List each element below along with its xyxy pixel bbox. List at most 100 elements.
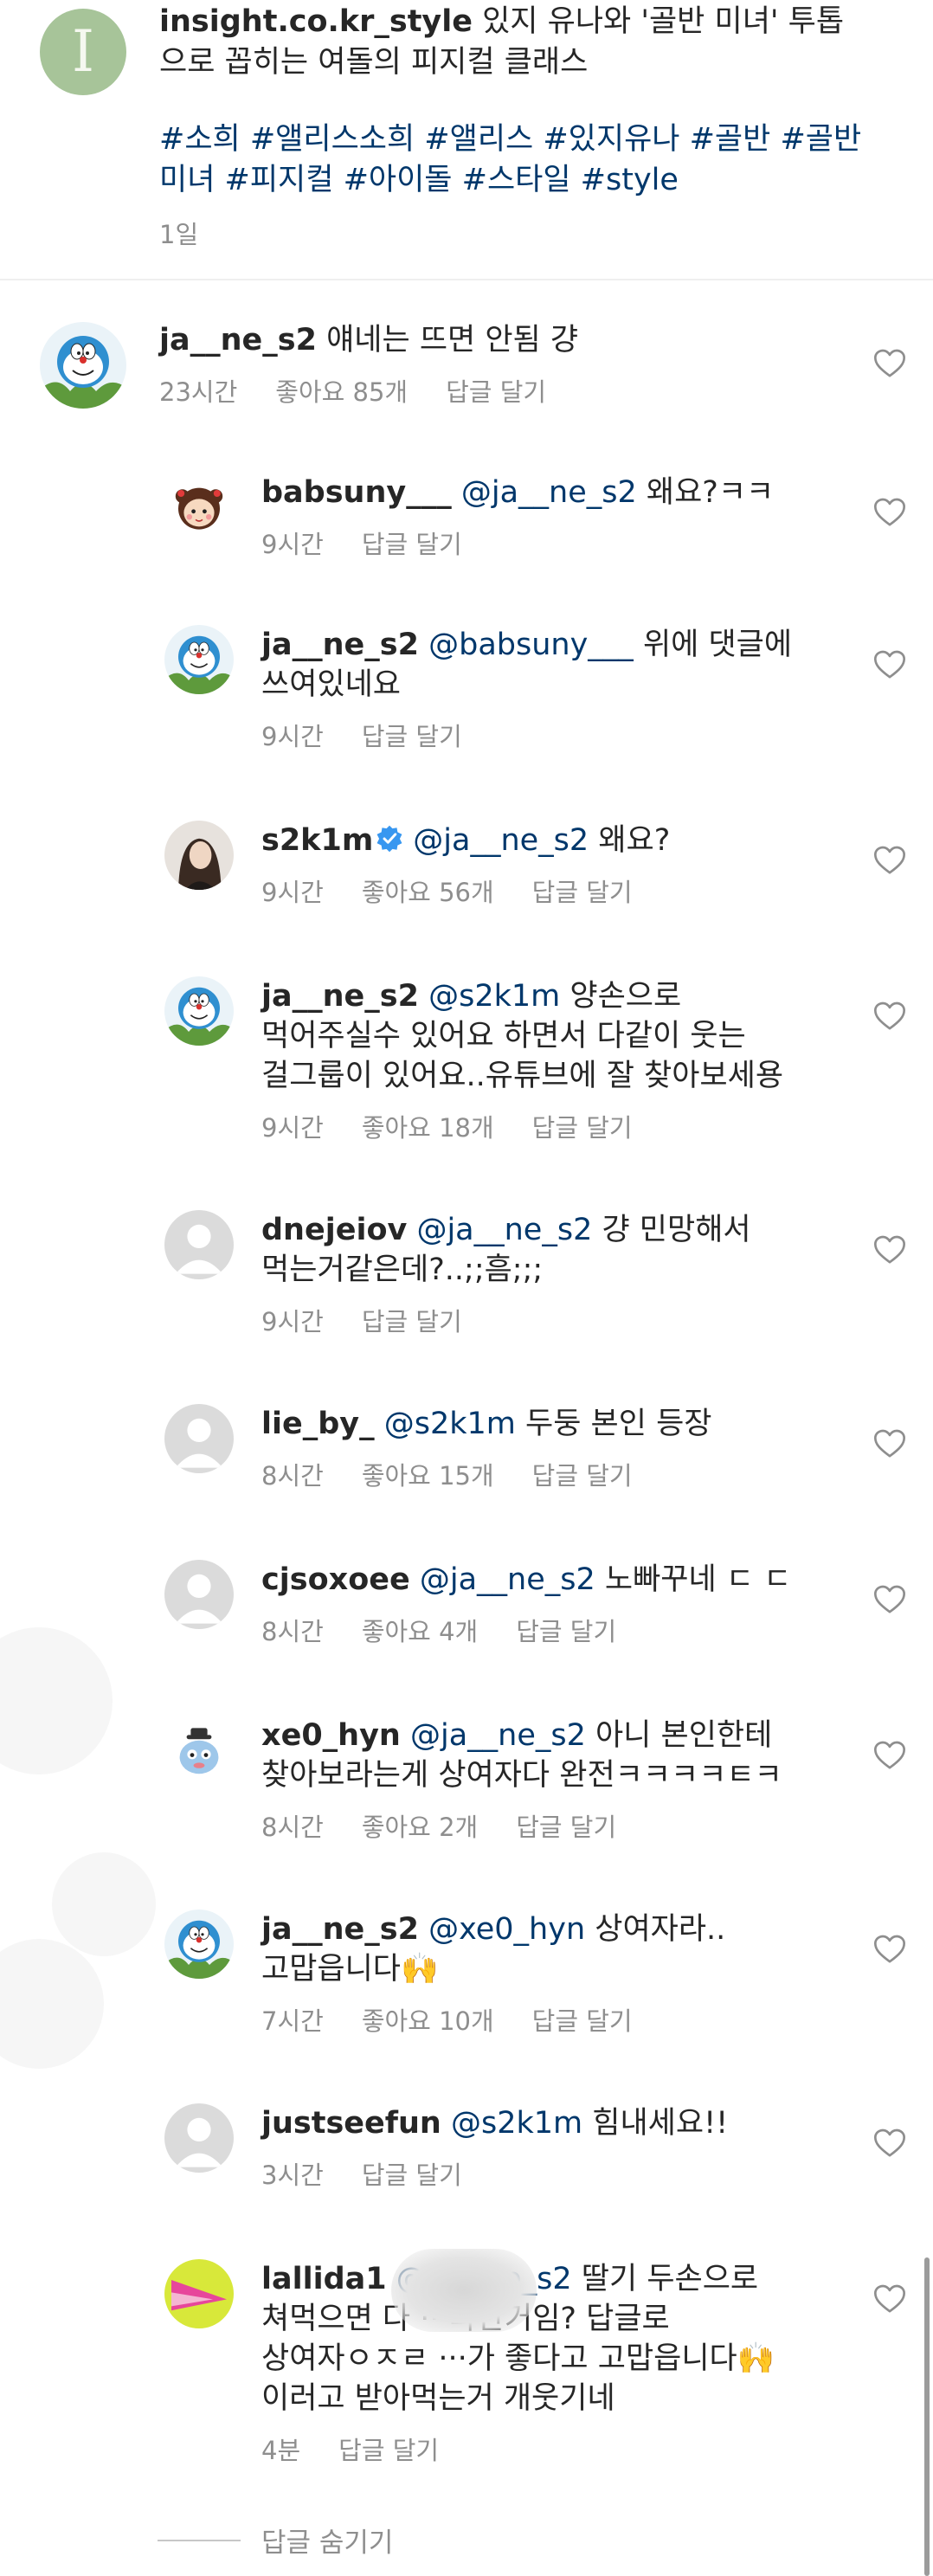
like-heart-icon[interactable] [872,346,907,381]
comment-time: 9시간 [261,878,324,907]
default-avatar-icon[interactable] [164,1560,234,1629]
doraemon-icon[interactable] [164,976,234,1046]
default-avatar-icon[interactable] [164,2103,234,2173]
like-heart-icon[interactable] [872,647,907,682]
mention-link[interactable]: @ja__ne_s2 [413,823,589,858]
reply-button[interactable]: 답글 달기 [338,2431,439,2467]
comment-time: 8시간 [261,1813,324,1842]
mention-link[interactable]: @ja__ne_s2 [420,1562,595,1597]
caption-text: insight.co.kr_style 있지 유나와 '골반 미녀' 투톱으로 … [159,2,869,83]
hide-replies-button[interactable]: 답글 숨기기 [158,2521,393,2560]
doraemon-icon[interactable] [164,1909,234,1979]
mention-link[interactable]: @s2k1m [428,979,560,1014]
comment-time: 9시간 [261,530,324,559]
like-count[interactable]: 좋아요 15개 [362,1456,494,1492]
profile-photo-icon[interactable] [164,821,234,890]
caption-avatar[interactable]: I [40,9,126,95]
mention-link[interactable]: @babsuny___ [428,628,634,662]
comment-time: 8시간 [261,1461,324,1491]
mention-link[interactable]: @ja__ne_s2 [461,475,637,510]
comment-meta: 9시간 답글 달기 [261,717,815,753]
comment-body: lallida1 @ja__ne_s2 딸기 두손으로 쳐먹으면 다 ···라한… [261,2259,815,2467]
cartoon-girl-icon[interactable] [164,473,234,542]
like-count[interactable]: 좋아요 56개 [362,873,494,909]
comment-username[interactable]: s2k1m [261,823,373,858]
reply-button[interactable]: 답글 달기 [362,525,462,561]
mention-link[interactable]: @ja__ne_s2 [416,1213,592,1247]
reply-button[interactable]: 답글 달기 [532,2001,633,2038]
hide-replies-line [158,2539,241,2541]
like-count[interactable]: 좋아요 10개 [362,2001,494,2038]
comment-text: lallida1 @ja__ne_s2 딸기 두손으로 쳐먹으면 다 ···라한… [261,2259,815,2418]
reply-button[interactable]: 답글 달기 [532,1456,633,1492]
comment-username[interactable]: justseefun [261,2106,441,2141]
reply-button[interactable]: 답글 달기 [446,372,546,409]
doraemon-icon[interactable] [164,625,234,694]
like-count[interactable]: 좋아요 2개 [362,1807,478,1844]
blurred-area [391,2249,537,2332]
comment-text: dnejeiov @ja__ne_s2 걍 민망해서 먹는거같은데?..;;흠;… [261,1210,815,1290]
background-shape [52,1852,156,1956]
comment-username[interactable]: dnejeiov [261,1213,407,1247]
reply-button[interactable]: 답글 달기 [532,873,633,909]
caption-time: 1일 [159,220,199,249]
comment-meta: 3시간 답글 달기 [261,2155,815,2192]
doraemon-icon[interactable] [40,322,126,409]
comment-username[interactable]: ja__ne_s2 [261,979,419,1014]
like-heart-icon[interactable] [872,843,907,878]
comment-body: xe0_hyn @ja__ne_s2 아니 본인한테 찾아보라는게 상여자다 완… [261,1716,815,1844]
comment-username[interactable]: ja__ne_s2 [261,1912,419,1947]
reply-button[interactable]: 답글 달기 [362,1302,462,1338]
comment-meta: 7시간 좋아요 10개 답글 달기 [261,2001,815,2038]
default-avatar-icon[interactable] [164,1404,234,1473]
scrollbar[interactable] [924,2257,930,2576]
mention-link[interactable]: @ja__ne_s2 [410,1718,586,1753]
comment-username[interactable]: lie_by_ [261,1407,375,1441]
cartoon-character-icon[interactable] [164,1716,234,1785]
like-heart-icon[interactable] [872,2282,907,2316]
comment-time: 9시간 [261,1307,324,1336]
background-shape [0,1939,104,2069]
comment-username[interactable]: cjsoxoee [261,1562,410,1597]
colorful-logo-icon[interactable] [164,2259,234,2328]
reply-button[interactable]: 답글 달기 [362,2155,462,2192]
mention-link[interactable]: @s2k1m [451,2106,582,2141]
comment-text: ja__ne_s2 @babsuny___ 위에 댓글에 쓰여있네요 [261,625,815,705]
comment-username[interactable]: lallida1 [261,2262,387,2296]
reply-button[interactable]: 답글 달기 [532,1108,633,1144]
like-heart-icon[interactable] [872,999,907,1034]
comment-username[interactable]: babsuny___ [261,475,452,510]
default-avatar-icon[interactable] [164,1210,234,1279]
reply-button[interactable]: 답글 달기 [516,1612,616,1648]
comment-time: 9시간 [261,722,324,751]
like-count[interactable]: 좋아요 4개 [362,1612,478,1648]
comment-body: s2k1m @ja__ne_s2 왜요? 9시간 좋아요 56개 답글 달기 [261,821,815,909]
comment-meta: 8시간 좋아요 4개 답글 달기 [261,1612,815,1648]
like-count[interactable]: 좋아요 18개 [362,1108,494,1144]
comment-username[interactable]: ja__ne_s2 [261,628,419,662]
background-shape [0,1627,113,1774]
comment-username[interactable]: ja__ne_s2 [159,323,317,357]
like-heart-icon[interactable] [872,1233,907,1267]
reply-button[interactable]: 답글 달기 [516,1807,616,1844]
comment-meta: 8시간 좋아요 15개 답글 달기 [261,1456,815,1492]
like-heart-icon[interactable] [872,2126,907,2161]
comment-meta: 9시간 답글 달기 [261,525,815,561]
like-heart-icon[interactable] [872,1738,907,1773]
comment-body: dnejeiov @ja__ne_s2 걍 민망해서 먹는거같은데?..;;흠;… [261,1210,815,1338]
mention-link[interactable]: @xe0_hyn [428,1912,585,1947]
like-heart-icon[interactable] [872,1582,907,1617]
like-heart-icon[interactable] [872,495,907,530]
comment-time: 7시간 [261,2006,324,2036]
caption-username[interactable]: insight.co.kr_style [159,4,473,39]
comment-message: 왜요?ㅋㅋ [636,475,775,510]
mention-link[interactable]: @s2k1m [384,1407,516,1441]
comment-body: justseefun @s2k1m 힘내세요!! 3시간 답글 달기 [261,2103,815,2192]
like-heart-icon[interactable] [872,1426,907,1461]
like-heart-icon[interactable] [872,1932,907,1967]
caption-hashtags[interactable]: #소희 #앨리스소희 #앨리스 #있지유나 #골반 #골반미녀 #피지컬 #아이… [159,119,869,201]
like-count[interactable]: 좋아요 85개 [275,372,408,409]
comment-meta: 9시간 좋아요 18개 답글 달기 [261,1108,815,1144]
comment-username[interactable]: xe0_hyn [261,1718,401,1753]
reply-button[interactable]: 답글 달기 [362,717,462,753]
